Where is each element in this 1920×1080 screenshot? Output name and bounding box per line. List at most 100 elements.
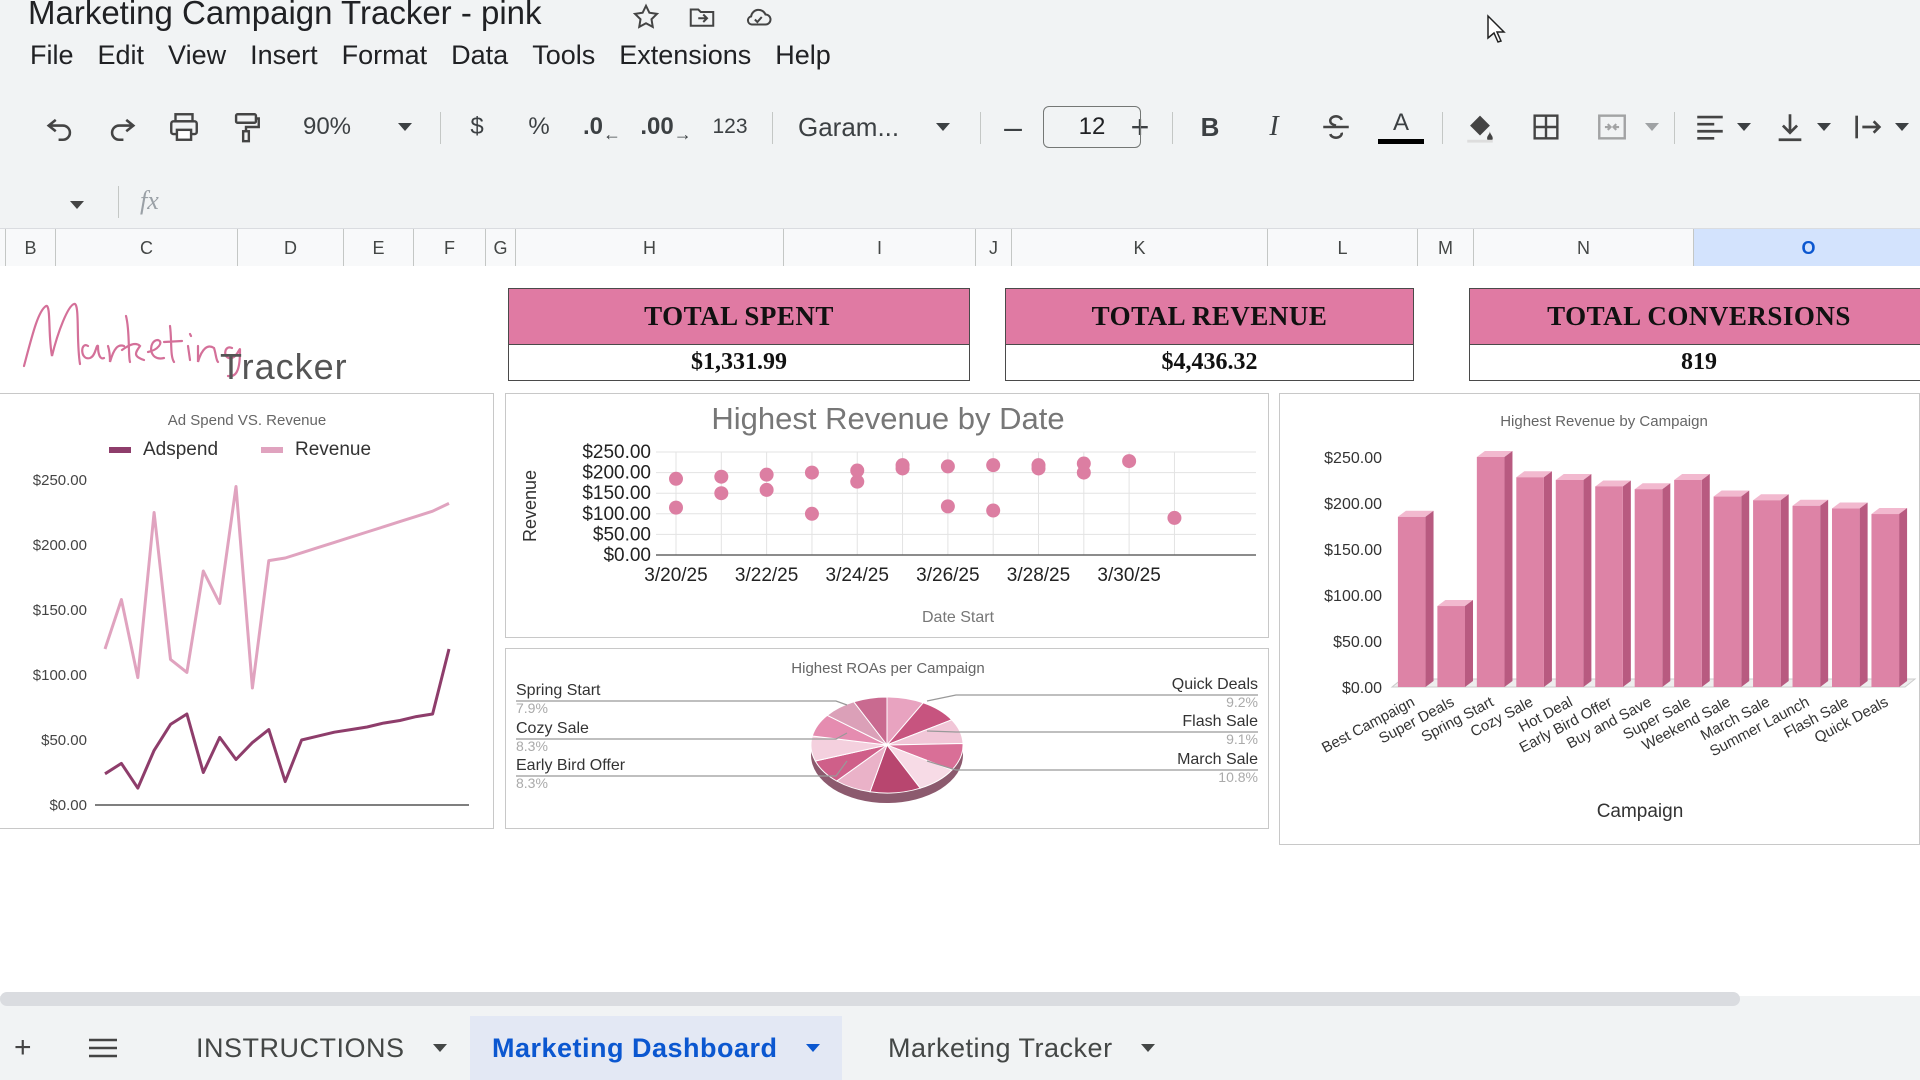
column-header-k[interactable]: K — [1012, 229, 1268, 267]
bar-chart-panel[interactable]: Highest Revenue by Campaign $250.00 $200.0… — [1279, 393, 1920, 845]
chevron-down-icon[interactable] — [805, 1044, 820, 1052]
strikethrough-icon — [1323, 115, 1349, 139]
text-wrap-button[interactable] — [1848, 100, 1888, 154]
bar-side — [1859, 502, 1868, 687]
column-header-f[interactable]: F — [414, 229, 486, 267]
fill-color-button[interactable] — [1460, 100, 1500, 154]
column-header-l[interactable]: L — [1268, 229, 1418, 267]
scatter-point — [759, 467, 774, 482]
column-header-m[interactable]: M — [1418, 229, 1474, 267]
pie-percent: 9.2% — [1226, 694, 1258, 710]
menu-file[interactable]: File — [18, 40, 86, 71]
currency-format-button[interactable]: $ — [462, 100, 492, 154]
add-sheet-button[interactable]: + — [14, 1016, 44, 1080]
column-header-i[interactable]: I — [784, 229, 976, 267]
horizontal-align-dropdown[interactable] — [1732, 100, 1756, 154]
menu-view[interactable]: View — [156, 40, 238, 71]
sheet-tab-marketing-dashboard[interactable]: Marketing Dashboard — [470, 1016, 842, 1080]
pie-label: Spring Start — [516, 682, 601, 699]
percent-format-button[interactable]: % — [524, 100, 554, 154]
zoom-select[interactable]: 90% — [292, 100, 362, 154]
formula-input[interactable] — [190, 182, 1890, 222]
menu-list-icon — [89, 1038, 117, 1058]
x-tick-label: 3/24/25 — [826, 565, 889, 586]
paint-bucket-icon — [1467, 115, 1493, 143]
scatter-point — [1031, 461, 1046, 476]
bar — [1871, 514, 1900, 687]
bar — [1753, 500, 1781, 687]
bar-side — [1741, 490, 1750, 687]
scatter-chart-panel[interactable]: Highest Revenue by Date $250.00 $200.00 $15… — [505, 393, 1269, 638]
formula-bar: fx — [0, 180, 1920, 226]
column-header-n[interactable]: N — [1474, 229, 1694, 267]
sheet-tab-instructions[interactable]: INSTRUCTIONS — [176, 1016, 467, 1080]
menu-format[interactable]: Format — [330, 40, 440, 71]
increase-decimal-button[interactable]: .00 → — [640, 100, 691, 154]
horizontal-align-button[interactable] — [1690, 100, 1730, 154]
pie-leader-line — [926, 730, 1258, 733]
line-chart-panel[interactable]: Ad Spend VS. Revenue Adspend Revenue $250.0… — [0, 393, 494, 829]
kpi-total-revenue: TOTAL REVENUE $4,436.32 — [1005, 288, 1414, 381]
logo-tracker-word: Tracker — [220, 346, 348, 387]
text-color-button[interactable]: A — [1378, 100, 1424, 154]
font-size-input[interactable]: 12 — [1043, 106, 1141, 148]
column-header-c[interactable]: C — [56, 229, 238, 267]
redo-button[interactable] — [100, 100, 144, 154]
column-header-d[interactable]: D — [238, 229, 344, 267]
vertical-align-dropdown[interactable] — [1812, 100, 1836, 154]
more-formats-button[interactable]: 123 — [708, 100, 752, 154]
pie-percent: 8.3% — [516, 738, 548, 754]
move-folder-icon[interactable] — [686, 2, 718, 32]
formula-divider — [118, 186, 119, 218]
column-header-g[interactable]: G — [486, 229, 516, 267]
horizontal-scrollbar[interactable] — [0, 992, 1740, 1006]
text-wrap-dropdown[interactable] — [1890, 100, 1914, 154]
bold-button[interactable]: B — [1192, 100, 1228, 154]
column-header-o[interactable]: O — [1694, 229, 1920, 267]
column-header-j[interactable]: J — [976, 229, 1012, 267]
name-box-dropdown[interactable] — [70, 196, 84, 214]
menu-edit[interactable]: Edit — [86, 40, 157, 71]
zoom-dropdown-button[interactable] — [390, 100, 420, 154]
font-dropdown-button[interactable] — [928, 100, 958, 154]
merge-dropdown-button[interactable] — [1640, 100, 1664, 154]
column-header-h[interactable]: H — [516, 229, 784, 267]
pie-chart-panel[interactable]: Highest ROAs per Campaign Spring Start 7.9… — [505, 648, 1269, 829]
merge-cells-button[interactable] — [1592, 100, 1632, 154]
menu-help[interactable]: Help — [763, 40, 843, 71]
print-button[interactable] — [162, 100, 206, 154]
y-tick-label: $50.00 — [593, 524, 651, 545]
kpi-label: TOTAL REVENUE — [1006, 289, 1413, 345]
vertical-align-button[interactable] — [1770, 100, 1810, 154]
y-tick-label: $250.00 — [33, 472, 87, 489]
cloud-status-icon[interactable] — [742, 2, 774, 32]
y-tick-label: $200.00 — [582, 463, 651, 484]
column-header-e[interactable]: E — [344, 229, 414, 267]
column-header-b[interactable]: B — [6, 229, 56, 267]
chevron-down-icon[interactable] — [1140, 1044, 1155, 1052]
bar — [1831, 508, 1860, 687]
bar-side — [1425, 510, 1434, 687]
menu-insert[interactable]: Insert — [238, 40, 330, 71]
undo-button[interactable] — [38, 100, 82, 154]
menu-data[interactable]: Data — [439, 40, 520, 71]
y-axis-label: Revenue — [520, 470, 540, 542]
italic-button[interactable]: I — [1256, 100, 1292, 154]
document-title[interactable]: Marketing Campaign Tracker - pink — [28, 0, 542, 32]
sheet-tab-marketing-tracker[interactable]: Marketing Tracker — [866, 1016, 1177, 1080]
chart-title: Highest ROAs per Campaign — [791, 660, 984, 677]
chevron-down-icon[interactable] — [432, 1044, 447, 1052]
all-sheets-button[interactable] — [88, 1016, 128, 1080]
sheet-grid[interactable]: Tracker TOTAL SPENT $1,331.99 TOTAL REVE… — [0, 266, 1920, 996]
borders-button[interactable] — [1526, 100, 1566, 154]
paint-format-icon — [234, 113, 260, 143]
strikethrough-button[interactable] — [1318, 100, 1354, 154]
menu-tools[interactable]: Tools — [520, 40, 607, 71]
menu-extensions[interactable]: Extensions — [607, 40, 763, 71]
star-icon[interactable] — [630, 2, 662, 32]
paint-format-button[interactable] — [224, 100, 268, 154]
decrease-font-size-button[interactable]: – — [996, 100, 1030, 154]
font-family-select[interactable]: Garam... — [798, 100, 918, 154]
decrease-decimal-button[interactable]: .0 ← — [580, 100, 624, 154]
kpi-total-conversions: TOTAL CONVERSIONS 819 — [1469, 288, 1920, 381]
